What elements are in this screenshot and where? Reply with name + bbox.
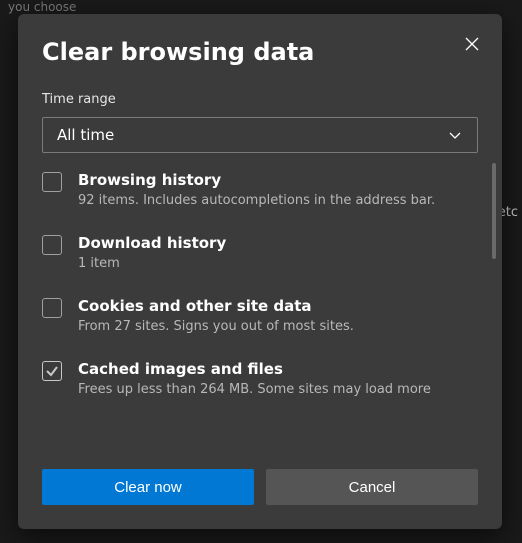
option-subtitle: Frees up less than 264 MB. Some sites ma… — [78, 382, 431, 397]
scrollbar-thumb[interactable] — [492, 163, 496, 259]
time-range-value: All time — [57, 126, 114, 144]
dialog-title: Clear browsing data — [42, 38, 478, 66]
clear-browsing-data-dialog: Clear browsing data Time range All time … — [18, 14, 502, 529]
checkbox-cookies[interactable] — [42, 298, 62, 318]
option-browsing-history: Browsing history 92 items. Includes auto… — [42, 171, 460, 208]
option-title: Download history — [78, 234, 226, 252]
option-download-history: Download history 1 item — [42, 234, 460, 271]
chevron-down-icon — [447, 127, 463, 143]
clear-now-button[interactable]: Clear now — [42, 469, 254, 505]
time-range-select[interactable]: All time — [42, 117, 478, 153]
checkbox-browsing-history[interactable] — [42, 172, 62, 192]
time-range-label: Time range — [42, 92, 478, 107]
dialog-header: Clear browsing data Time range All time — [18, 14, 502, 153]
option-cookies: Cookies and other site data From 27 site… — [42, 297, 460, 334]
options-list: Browsing history 92 items. Includes auto… — [18, 153, 502, 449]
option-title: Cached images and files — [78, 360, 431, 378]
checkbox-cached-files[interactable] — [42, 361, 62, 381]
dialog-footer: Clear now Cancel — [18, 449, 502, 529]
option-cached-files: Cached images and files Frees up less th… — [42, 360, 460, 397]
option-subtitle: 92 items. Includes autocompletions in th… — [78, 193, 435, 208]
option-subtitle: 1 item — [78, 256, 226, 271]
close-icon — [464, 36, 480, 52]
option-title: Cookies and other site data — [78, 297, 354, 315]
option-subtitle: From 27 sites. Signs you out of most sit… — [78, 319, 354, 334]
checkbox-download-history[interactable] — [42, 235, 62, 255]
close-button[interactable] — [458, 30, 486, 58]
cancel-button[interactable]: Cancel — [266, 469, 478, 505]
background-text: you choose — [8, 0, 76, 14]
option-title: Browsing history — [78, 171, 435, 189]
